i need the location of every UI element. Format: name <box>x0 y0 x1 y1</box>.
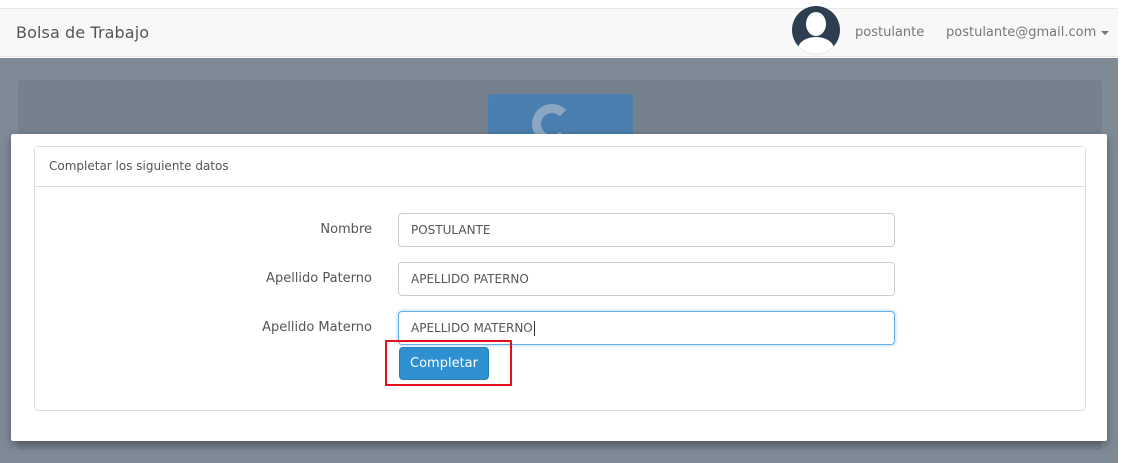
avatar-head <box>806 12 826 36</box>
username-link[interactable]: postulante <box>855 25 924 40</box>
panel-heading: Completar los siguiente datos <box>35 147 1085 187</box>
caret-down-icon <box>1101 30 1110 35</box>
avatar-body <box>798 37 834 54</box>
app-frame: Bolsa de Trabajo postulante postulante@g… <box>0 0 1135 463</box>
background-refresh-image <box>488 94 633 139</box>
nombre-label: Nombre <box>320 222 372 237</box>
apellido-materno-label: Apellido Materno <box>262 320 372 335</box>
brand-title[interactable]: Bolsa de Trabajo <box>16 23 149 42</box>
user-email-label: postulante@gmail.com <box>946 25 1097 40</box>
complete-data-modal: Completar los siguiente datos Nombre POS… <box>11 134 1107 441</box>
apellido-materno-value: APELLIDO MATERNO <box>411 321 533 335</box>
apellido-paterno-input[interactable]: APELLIDO PATERNO <box>398 262 895 296</box>
nombre-input[interactable]: POSTULANTE <box>398 213 895 247</box>
completar-button[interactable]: Completar <box>399 347 489 380</box>
top-navbar: Bolsa de Trabajo postulante postulante@g… <box>0 6 1118 57</box>
user-avatar-icon <box>792 6 840 54</box>
user-email-dropdown[interactable]: postulante@gmail.com <box>946 25 1110 40</box>
form-panel: Completar los siguiente datos Nombre POS… <box>34 146 1086 411</box>
text-cursor <box>533 321 535 336</box>
apellido-paterno-label: Apellido Paterno <box>266 271 372 286</box>
